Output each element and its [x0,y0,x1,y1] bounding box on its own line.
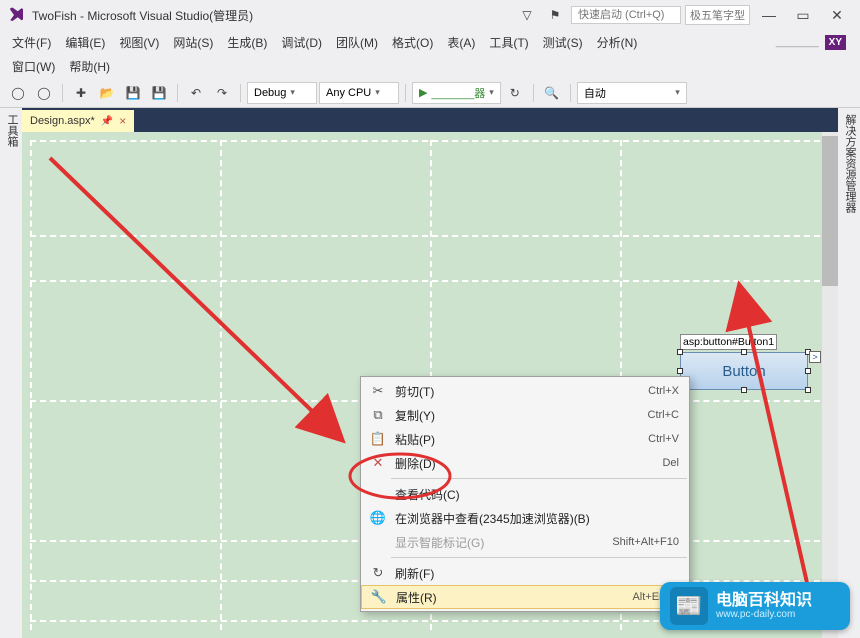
document-tabstrip: Design.aspx* 📌 × [22,108,838,132]
redo-button[interactable]: ↷ [210,81,234,105]
menu-delete[interactable]: ✕ 删除(D) Del [361,451,689,475]
chevron-down-icon: ▾ [489,87,494,98]
separator [405,84,406,102]
vertical-scrollbar[interactable] [822,132,838,638]
scrollbar-thumb[interactable] [822,136,838,286]
browser-link-button[interactable]: ↻ [503,81,527,105]
resize-handle[interactable] [677,349,683,355]
play-icon: ▶ [419,86,427,99]
delete-icon: ✕ [367,455,389,471]
smart-tag-icon[interactable]: > [809,351,821,363]
selected-control[interactable]: asp:button#Button1 Button > [680,332,808,388]
menubar-row2: 窗口(W) 帮助(H) [0,54,860,78]
config-select[interactable]: Debug▾ [247,82,317,104]
close-tab-icon[interactable]: × [119,114,126,128]
wrench-icon: 🔧 [368,589,390,605]
watermark-url: www.pc-daily.com [716,609,812,620]
menu-edit[interactable]: 编辑(E) [59,32,111,53]
filter-icon[interactable]: ▽ [515,3,539,27]
menu-team[interactable]: 团队(M) [330,32,384,53]
close-button[interactable]: ✕ [822,4,852,26]
save-all-button[interactable]: 💾 [147,81,171,105]
menu-browse[interactable]: 🌐 在浏览器中查看(2345加速浏览器)(B) [361,506,689,530]
chevron-down-icon: ▾ [675,87,680,98]
new-item-button[interactable]: ✚ [69,81,93,105]
separator [240,84,241,102]
menu-view[interactable]: 视图(V) [113,32,165,53]
platform-select[interactable]: Any CPU▾ [319,82,399,104]
signed-in-user[interactable]: _______ [776,36,819,48]
document-tab-design[interactable]: Design.aspx* 📌 × [22,110,134,132]
resize-handle[interactable] [677,368,683,374]
quick-launch-input[interactable] [571,6,681,24]
layout-select[interactable]: 自动▾ [577,82,687,104]
menu-smarttag: 显示智能标记(G) Shift+Alt+F10 [361,530,689,554]
menu-window[interactable]: 窗口(W) [6,56,61,77]
titlebar: TwoFish - Microsoft Visual Studio(管理员) ▽… [0,0,860,30]
menu-site[interactable]: 网站(S) [167,32,219,53]
menubar: 文件(F) 编辑(E) 视图(V) 网站(S) 生成(B) 调试(D) 团队(M… [0,30,860,54]
menu-paste[interactable]: 📋 粘贴(P) Ctrl+V [361,427,689,451]
maximize-button[interactable]: ▭ [788,4,818,26]
menu-test[interactable]: 测试(S) [537,32,589,53]
menu-analyze[interactable]: 分析(N) [591,32,644,53]
right-rails: 解决方案资源管理器 团队资源管理器 诊断工具 属性 [838,108,860,638]
start-debug-button[interactable]: ▶_______器▾ [412,82,501,104]
menu-help[interactable]: 帮助(H) [63,56,116,77]
window-title: TwoFish - Microsoft Visual Studio(管理员) [32,7,253,24]
separator [177,84,178,102]
context-menu: ✂ 剪切(T) Ctrl+X ⧉ 复制(Y) Ctrl+C 📋 粘贴(P) Ct… [360,376,690,612]
menu-table[interactable]: 表(A) [441,32,481,53]
toolbar: ◯ ◯ ✚ 📂 💾 💾 ↶ ↷ Debug▾ Any CPU▾ ▶_______… [0,78,860,108]
menu-format[interactable]: 格式(O) [386,32,439,53]
vs-logo-icon [8,6,26,24]
separator [533,84,534,102]
save-button[interactable]: 💾 [121,81,145,105]
menu-tools[interactable]: 工具(T) [483,32,534,53]
globe-icon: 🌐 [367,510,389,526]
watermark-title: 电脑百科知识 [716,592,812,610]
asp-button-control[interactable]: Button > [680,352,808,390]
notification-icon[interactable]: ⚑ [543,3,567,27]
menu-debug[interactable]: 调试(D) [275,32,328,53]
resize-handle[interactable] [741,387,747,393]
refresh-icon: ↻ [367,565,389,581]
editor-area: 工具箱 解决方案资源管理器 团队资源管理器 诊断工具 属性 Design.asp… [0,108,860,638]
separator [570,84,571,102]
watermark: 📰 电脑百科知识 www.pc-daily.com [660,582,850,630]
button-label: Button [722,363,765,380]
user-badge[interactable]: XY [825,35,846,50]
menu-copy[interactable]: ⧉ 复制(Y) Ctrl+C [361,403,689,427]
resize-handle[interactable] [805,368,811,374]
solution-explorer-rail[interactable]: 解决方案资源管理器 [842,114,858,632]
chevron-down-icon: ▾ [290,87,295,98]
resize-handle[interactable] [805,387,811,393]
pin-icon[interactable]: 📌 [101,116,113,127]
menu-file[interactable]: 文件(F) [6,32,57,53]
copy-icon: ⧉ [367,407,389,423]
menu-build[interactable]: 生成(B) [221,32,273,53]
minimize-button[interactable]: — [754,4,784,26]
menu-viewcode[interactable]: 查看代码(C) [361,482,689,506]
menu-cut[interactable]: ✂ 剪切(T) Ctrl+X [361,379,689,403]
toolbox-rail[interactable]: 工具箱 [0,108,22,638]
watermark-icon: 📰 [670,587,708,625]
clipboard-icon: 📋 [367,431,389,447]
chevron-down-icon: ▾ [375,87,380,98]
control-tag-label: asp:button#Button1 [680,334,777,350]
separator [62,84,63,102]
menu-refresh[interactable]: ↻ 刷新(F) [361,561,689,585]
menu-separator [391,557,687,558]
scissors-icon: ✂ [367,383,389,399]
nav-fwd-button[interactable]: ◯ [32,81,56,105]
menu-separator [391,478,687,479]
nav-back-button[interactable]: ◯ [6,81,30,105]
menu-properties[interactable]: 🔧 属性(R) Alt+Enter [361,585,689,609]
undo-button[interactable]: ↶ [184,81,208,105]
open-button[interactable]: 📂 [95,81,119,105]
find-button[interactable]: 🔍 [540,81,564,105]
tab-title: Design.aspx* [30,115,95,127]
resize-handle[interactable] [741,349,747,355]
ime-indicator: 极五笔字型 [685,5,750,25]
